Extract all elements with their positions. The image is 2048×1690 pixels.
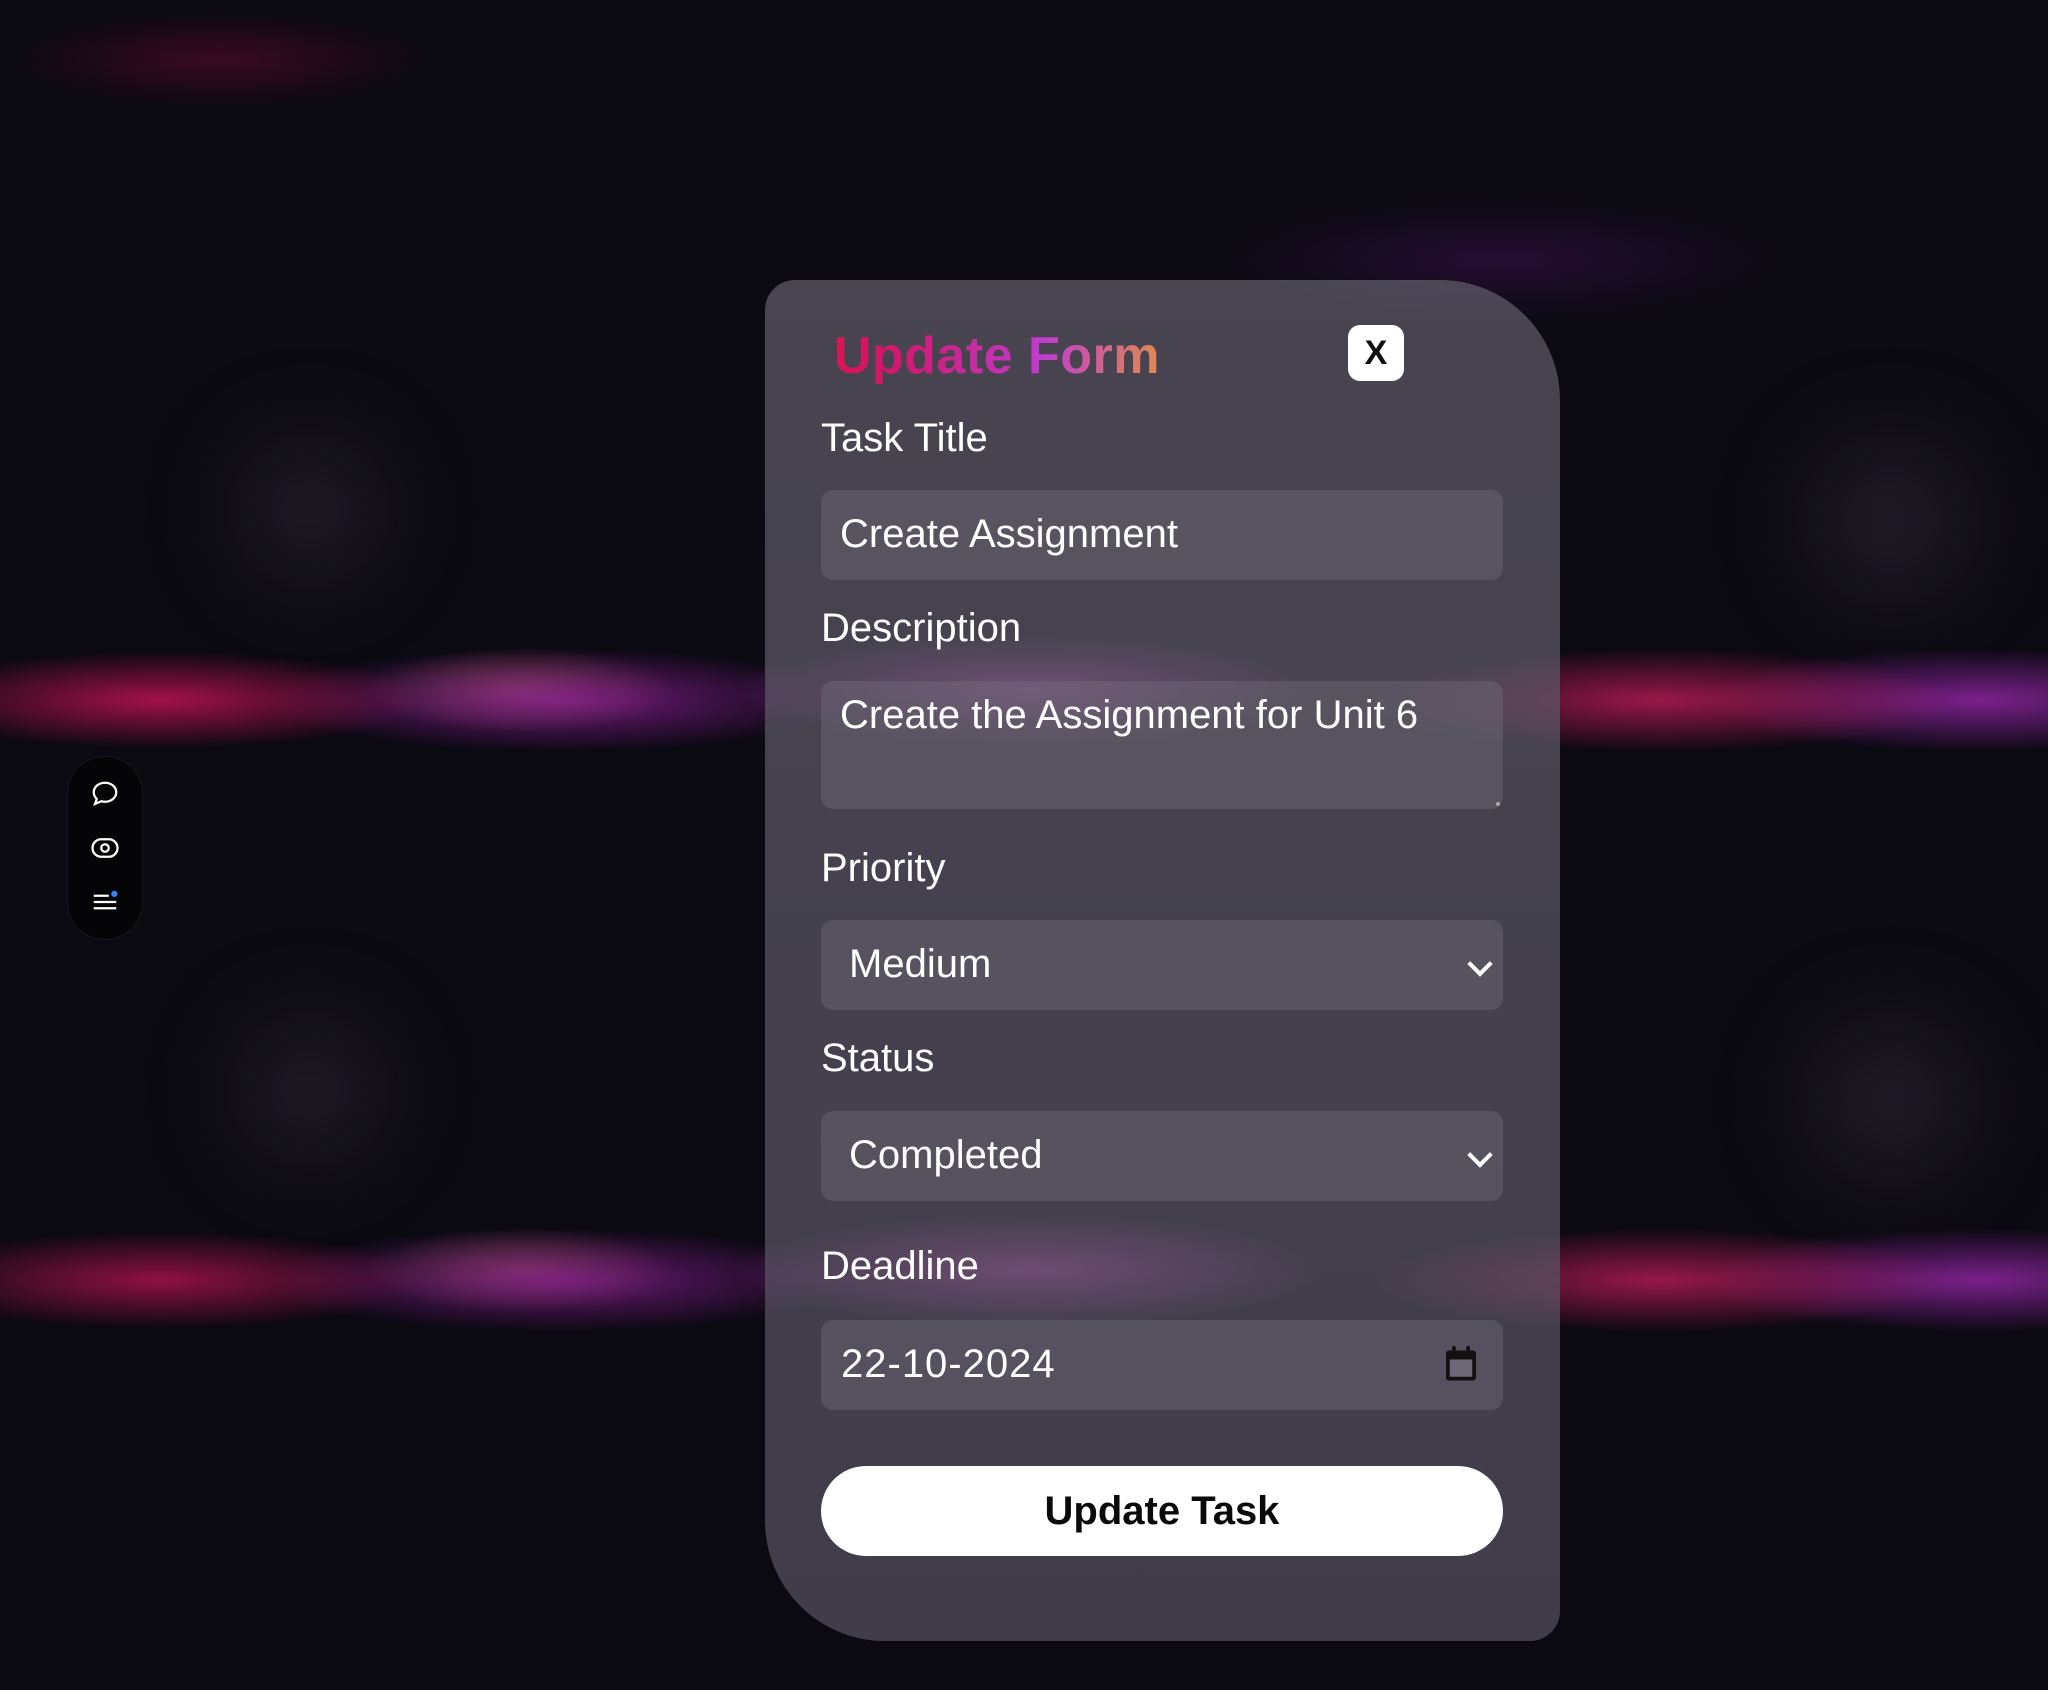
background-blob (1800, 1010, 1980, 1190)
priority-value: Medium (849, 942, 992, 986)
background-blob (1800, 430, 1980, 610)
form-title: Update Form (765, 326, 1160, 386)
calendar-icon[interactable] (1443, 1344, 1479, 1384)
close-button[interactable]: X (1348, 325, 1404, 381)
status-value: Completed (849, 1133, 1043, 1177)
deadline-date-input[interactable]: 22-10-2024 (821, 1320, 1503, 1410)
background-blob (230, 430, 390, 590)
eye-icon[interactable] (88, 831, 122, 865)
deadline-label: Deadline (821, 1244, 979, 1288)
resize-handle-icon[interactable] (1496, 802, 1500, 806)
task-title-label: Task Title (821, 416, 988, 460)
task-title-input[interactable]: Create Assignment (821, 490, 1503, 580)
floating-toolbar (67, 756, 143, 940)
description-textarea[interactable]: Create the Assignment for Unit 6 (821, 681, 1503, 809)
status-select[interactable]: Completed (821, 1111, 1503, 1201)
background-blob (230, 1010, 390, 1170)
deadline-value: 22-10-2024 (841, 1342, 1056, 1386)
menu-list-icon[interactable] (88, 885, 122, 919)
chevron-down-icon (1467, 1142, 1493, 1168)
priority-label: Priority (821, 846, 946, 890)
chevron-down-icon (1467, 951, 1493, 977)
priority-select[interactable]: Medium (821, 920, 1503, 1010)
update-form-card: Update Form X Task Title Create Assignme… (765, 280, 1560, 1641)
chat-bubble-icon[interactable] (88, 777, 122, 811)
update-task-button[interactable]: Update Task (821, 1466, 1503, 1556)
status-label: Status (821, 1036, 935, 1080)
description-label: Description (821, 606, 1022, 650)
description-value: Create the Assignment for Unit 6 (840, 693, 1419, 737)
task-title-value: Create Assignment (840, 512, 1178, 556)
